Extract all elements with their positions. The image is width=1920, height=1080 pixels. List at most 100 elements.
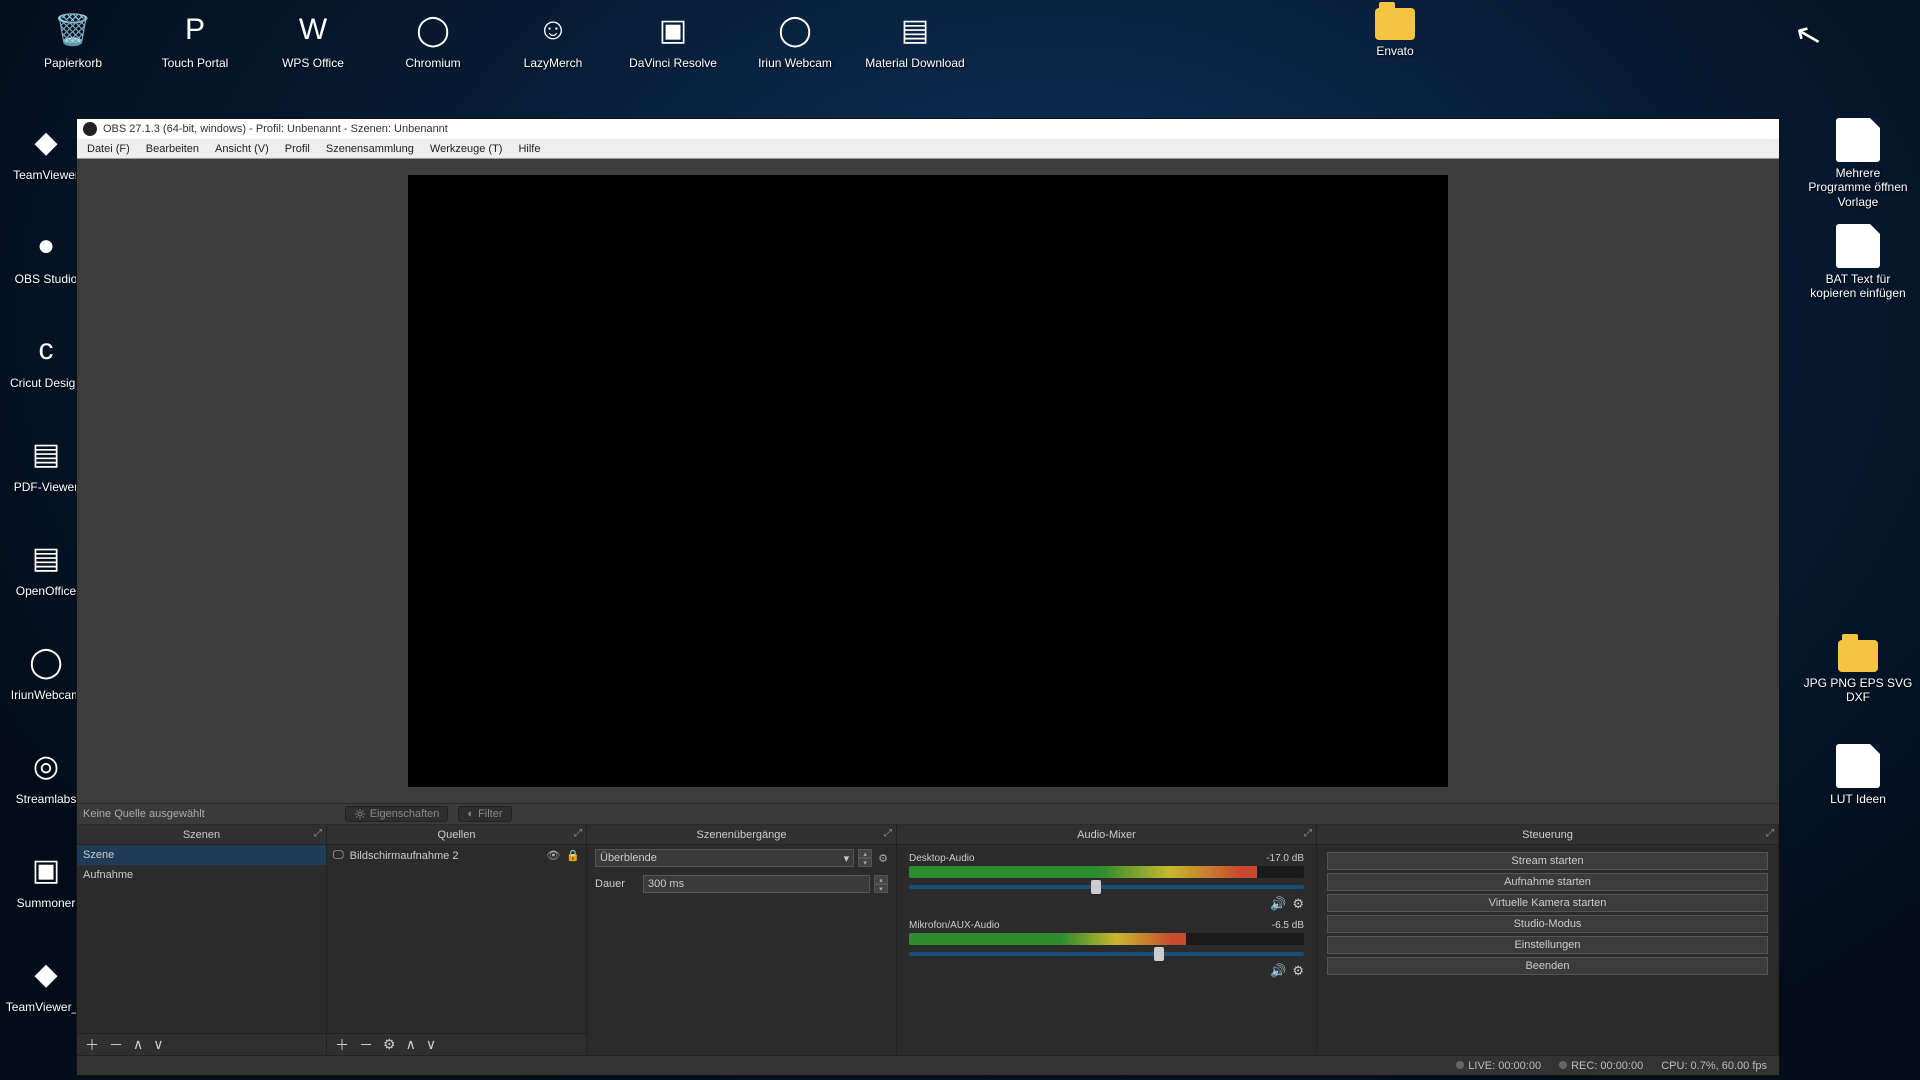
desktop-icon[interactable]: Mehrere Programme öffnen Vorlage (1798, 118, 1918, 209)
desktop-icon[interactable]: JPG PNG EPS SVG DXF (1798, 640, 1918, 705)
gear-icon[interactable]: ⚙ (1292, 896, 1304, 912)
menu-item[interactable]: Datei (F) (87, 143, 130, 155)
move-down-icon[interactable]: ∨ (153, 1036, 163, 1053)
icon-label: Cricut Design (10, 376, 82, 390)
popout-icon[interactable]: ⤢ (314, 828, 322, 839)
gear-icon[interactable]: ⚙ (878, 852, 888, 865)
popout-icon[interactable]: ⤢ (1766, 828, 1774, 839)
source-label: Bildschirmaufnahme 2 (350, 850, 459, 862)
duration-input[interactable]: 300 ms (643, 875, 870, 893)
desktop-icon[interactable]: LUT Ideen (1798, 744, 1918, 806)
menu-item[interactable]: Profil (285, 143, 310, 155)
monitor-icon: 🖵 (333, 849, 344, 862)
scene-item[interactable]: Aufnahme (77, 865, 326, 885)
sources-list[interactable]: 🖵 Bildschirmaufnahme 2 👁 🔒 (327, 845, 586, 1033)
move-up-icon[interactable]: ∧ (406, 1036, 416, 1053)
popout-icon[interactable]: ⤢ (884, 828, 892, 839)
scenes-list[interactable]: SzeneAufnahme (77, 845, 326, 1033)
sources-header[interactable]: Quellen ⤢ (327, 825, 586, 845)
desktop-icon[interactable]: cCricut Design (6, 328, 86, 390)
source-item[interactable]: 🖵 Bildschirmaufnahme 2 👁 🔒 (327, 845, 586, 866)
desktop-icon[interactable]: ◆TeamViewer_S (6, 952, 86, 1014)
desktop-icon[interactable]: ◯ IriunWebcam (6, 640, 86, 702)
control-button[interactable]: Aufnahme starten (1327, 873, 1768, 891)
icon-label: JPG PNG EPS SVG DXF (1803, 676, 1913, 705)
desktop-icon[interactable]: ◯Chromium (378, 8, 488, 70)
spin-up-icon[interactable]: ▴ (874, 875, 888, 884)
visibility-icon[interactable]: 👁 (546, 849, 560, 862)
mixer-track: Mikrofon/AUX-Audio-6.5 dB🔊⚙ (901, 916, 1312, 983)
gear-icon[interactable]: ⚙ (383, 1036, 396, 1053)
menu-item[interactable]: Szenensammlung (326, 143, 414, 155)
spin-down-icon[interactable]: ▾ (858, 858, 872, 867)
control-button[interactable]: Einstellungen (1327, 936, 1768, 954)
controls-header[interactable]: Steuerung ⤢ (1317, 825, 1778, 845)
app-icon: P (173, 8, 217, 52)
control-button[interactable]: Beenden (1327, 957, 1768, 975)
mute-icon[interactable]: 🔊 (1270, 896, 1286, 912)
desktop-icon[interactable]: PTouch Portal (140, 8, 250, 70)
mixer-header[interactable]: Audio-Mixer ⤢ (897, 825, 1316, 845)
control-button[interactable]: Stream starten (1327, 852, 1768, 870)
menu-item[interactable]: Bearbeiten (146, 143, 199, 155)
spin-up-icon[interactable]: ▴ (858, 849, 872, 858)
no-source-label: Keine Quelle ausgewählt (83, 808, 205, 820)
desktop-icon[interactable]: ☺LazyMerch (498, 8, 608, 70)
track-db: -17.0 dB (1266, 853, 1304, 864)
transition-select[interactable]: Überblende ▾ (595, 849, 854, 867)
desktop-icon[interactable]: ◯Iriun Webcam (740, 8, 850, 70)
menu-item[interactable]: Hilfe (518, 143, 540, 155)
icon-label: IriunWebcam (11, 688, 81, 702)
add-icon[interactable]: ＋ (85, 1035, 99, 1055)
volume-slider[interactable] (909, 880, 1304, 894)
control-button[interactable]: Virtuelle Kamera starten (1327, 894, 1768, 912)
titlebar[interactable]: OBS 27.1.3 (64-bit, windows) - Profil: U… (77, 119, 1779, 139)
menu-item[interactable]: Ansicht (V) (215, 143, 269, 155)
move-up-icon[interactable]: ∧ (133, 1036, 143, 1053)
desktop-icon[interactable]: ◎Streamlabs (6, 744, 86, 806)
move-down-icon[interactable]: ∨ (426, 1036, 436, 1053)
app-icon: ▣ (24, 848, 68, 892)
icon-label: Iriun Webcam (758, 56, 832, 70)
mute-icon[interactable]: 🔊 (1270, 963, 1286, 979)
app-icon: ◎ (24, 744, 68, 788)
desktop-icon[interactable]: WWPS Office (258, 8, 368, 70)
desktop-icon[interactable]: ▤PDF-Viewer (6, 432, 86, 494)
app-icon: ◯ (24, 640, 68, 684)
properties-button[interactable]: Eigenschaften (345, 806, 449, 822)
chevron-down-icon: ▾ (844, 852, 850, 865)
icon-label: OpenOffice (16, 584, 76, 598)
spin-down-icon[interactable]: ▾ (874, 884, 888, 893)
icon-label: LUT Ideen (1830, 792, 1886, 806)
lock-icon[interactable]: 🔒 (566, 849, 580, 862)
volume-slider[interactable] (909, 947, 1304, 961)
desktop-icon[interactable]: ▤Material Download (860, 8, 970, 70)
document-icon (1836, 744, 1880, 788)
document-icon (1836, 118, 1880, 162)
scenes-header[interactable]: Szenen ⤢ (77, 825, 326, 845)
gear-icon[interactable]: ⚙ (1292, 963, 1304, 979)
desktop-icon[interactable]: 🗑️Papierkorb (18, 8, 128, 70)
desktop-icon[interactable]: ●OBS Studio (6, 224, 86, 286)
icon-label: LazyMerch (524, 56, 583, 70)
scenes-panel: Szenen ⤢ SzeneAufnahme ＋ － ∧ ∨ (77, 825, 327, 1055)
remove-icon[interactable]: － (359, 1035, 373, 1055)
desktop-icon[interactable]: ▣Summoner (6, 848, 86, 910)
desktop-icon[interactable]: ▤OpenOffice (6, 536, 86, 598)
remove-icon[interactable]: － (109, 1035, 123, 1055)
add-icon[interactable]: ＋ (335, 1035, 349, 1055)
popout-icon[interactable]: ⤢ (574, 828, 582, 839)
desktop-icon[interactable]: BAT Text für kopieren einfügen (1798, 224, 1918, 301)
desktop-icon[interactable]: Envato (1340, 8, 1450, 58)
desktop-icon[interactable]: ◆TeamViewer (6, 120, 86, 182)
control-button[interactable]: Studio-Modus (1327, 915, 1768, 933)
scene-item[interactable]: Szene (77, 845, 326, 865)
preview-area[interactable] (77, 159, 1779, 803)
popout-icon[interactable]: ⤢ (1304, 828, 1312, 839)
filter-button[interactable]: ◐ Filter (458, 806, 511, 822)
menu-item[interactable]: Werkzeuge (T) (430, 143, 503, 155)
transitions-header[interactable]: Szenenübergänge ⤢ (587, 825, 896, 845)
preview-canvas[interactable] (408, 175, 1448, 787)
desktop-icon[interactable]: ▣DaVinci Resolve (618, 8, 728, 70)
audio-meter (909, 866, 1304, 878)
